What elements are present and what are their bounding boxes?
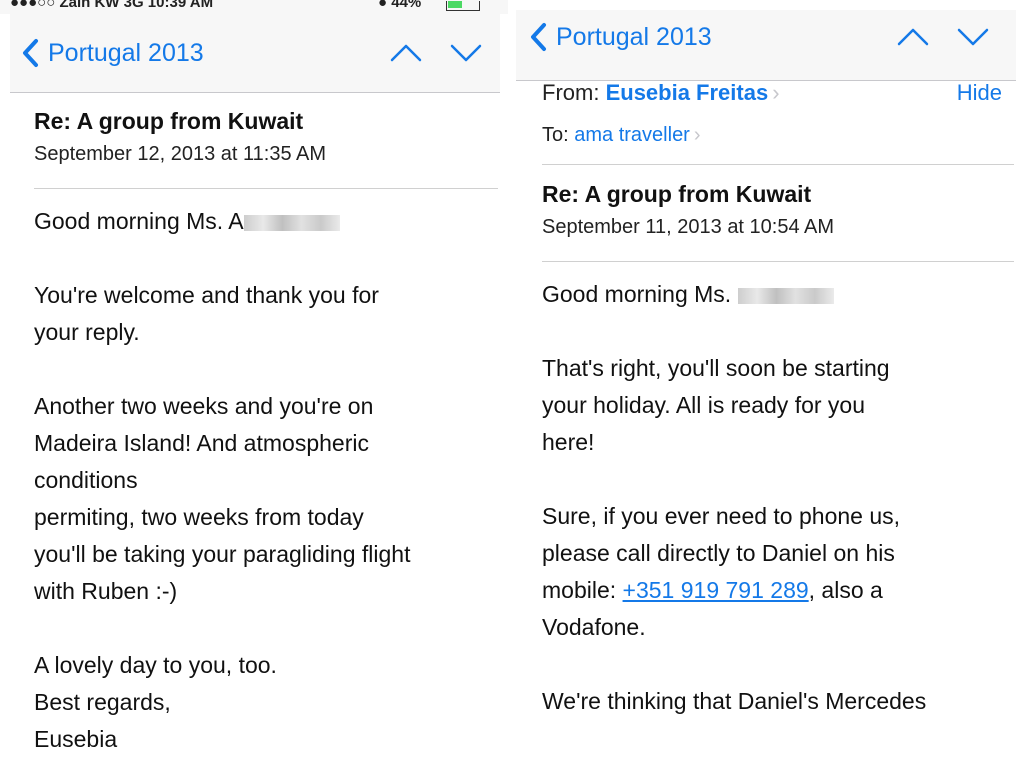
back-button[interactable]: Portugal 2013 xyxy=(20,14,204,92)
chevron-right-icon: › xyxy=(772,80,780,105)
body-line: Vodafone. xyxy=(542,614,646,640)
body-line: Madeira Island! And atmospheric xyxy=(34,430,369,456)
status-carrier-text: ●●●○○ Zain KW 3G 10:39 AM xyxy=(10,0,214,11)
left-screenshot: ●●●○○ Zain KW 3G 10:39 AM ● 44% Portugal… xyxy=(0,0,508,768)
sender-name[interactable]: Eusebia Freitas xyxy=(606,80,769,105)
body-paragraph: A lovely day to you, too. Best regards, … xyxy=(34,647,498,758)
status-battery-text: ● 44% xyxy=(378,0,422,11)
body-line: your holiday. All is ready for you xyxy=(542,392,866,418)
to-label: To: xyxy=(542,124,569,146)
hide-button[interactable]: Hide xyxy=(957,80,1002,106)
body-paragraph: We're thinking that Daniel's Mercedes xyxy=(542,683,1014,720)
body-line: please call directly to Daniel on his xyxy=(542,540,895,566)
back-button[interactable]: Portugal 2013 xyxy=(528,2,712,72)
redacted-name xyxy=(737,287,834,304)
chevron-up-icon[interactable] xyxy=(386,38,426,68)
body-line: here! xyxy=(542,429,595,455)
body-paragraph: That's right, you'll soon be starting yo… xyxy=(542,350,1014,461)
body-line: with Ruben :-) xyxy=(34,578,178,604)
chevron-left-icon xyxy=(531,23,546,51)
body-line: permiting, two weeks from today xyxy=(34,504,364,530)
message-body: Good morning Ms. A You're welcome and th… xyxy=(34,189,498,758)
chevron-down-icon[interactable] xyxy=(446,38,486,68)
from-row: From: Eusebia Freitas › Hide xyxy=(542,80,1014,120)
to-row: To: ama traveller › xyxy=(542,124,1014,164)
body-line: mobile: +351 919 791 289, also a xyxy=(542,572,1014,609)
navigation-bar: Portugal 2013 xyxy=(516,10,1016,81)
body-line: Eusebia xyxy=(34,726,118,752)
message-date: September 12, 2013 at 11:35 AM xyxy=(34,143,327,165)
greeting-text: Good morning Ms. xyxy=(542,281,732,307)
body-paragraph: Sure, if you ever need to phone us, plea… xyxy=(542,498,1014,646)
right-screenshot: Portugal 2013 From: Eusebia Freitas › Hid… xyxy=(516,0,1024,768)
message-body: Good morning Ms. That's right, you'll so… xyxy=(542,262,1014,720)
body-line: your reply. xyxy=(34,319,140,345)
body-line: That's right, you'll soon be starting xyxy=(542,355,890,381)
recipient-name[interactable]: ama traveller xyxy=(574,124,690,146)
message-header: Re: A group from Kuwait September 11, 20… xyxy=(542,165,1014,261)
message-header: Re: A group from Kuwait September 12, 20… xyxy=(34,92,498,188)
redacted-name xyxy=(243,214,340,231)
phone-link[interactable]: +351 919 791 289 xyxy=(623,577,809,603)
mobile-suffix: , also a xyxy=(808,577,883,603)
body-line: Sure, if you ever need to phone us, xyxy=(542,503,901,529)
body-line: Another two weeks and you're on xyxy=(34,393,374,419)
chevron-right-icon: › xyxy=(693,124,701,146)
back-button-label: Portugal 2013 xyxy=(556,22,712,51)
chevron-down-icon[interactable] xyxy=(953,22,993,52)
status-bar: ●●●○○ Zain KW 3G 10:39 AM ● 44% xyxy=(0,0,508,14)
back-button-label: Portugal 2013 xyxy=(48,38,204,67)
chevron-up-icon[interactable] xyxy=(893,22,933,52)
body-line: You're welcome and thank you for xyxy=(34,282,379,308)
navigation-bar: Portugal 2013 xyxy=(10,14,500,93)
message-content: From: Eusebia Freitas › Hide To: ama trav… xyxy=(542,80,1014,757)
body-paragraph: You're welcome and thank you for your re… xyxy=(34,277,498,351)
body-line: conditions xyxy=(34,467,138,493)
from-label: From: xyxy=(542,80,600,105)
battery-icon xyxy=(446,1,480,11)
message-subject: Re: A group from Kuwait xyxy=(542,181,812,207)
mobile-prefix: mobile: xyxy=(542,577,623,603)
body-line: We're thinking that Daniel's Mercedes xyxy=(542,688,927,714)
chevron-left-icon xyxy=(23,39,38,67)
body-line: you'll be taking your paragliding flight xyxy=(34,541,411,567)
greeting-text: Good morning Ms. A xyxy=(34,208,244,234)
body-line: Best regards, xyxy=(34,689,171,715)
message-content: Re: A group from Kuwait September 12, 20… xyxy=(34,92,498,768)
body-line: A lovely day to you, too. xyxy=(34,652,277,678)
message-date: September 11, 2013 at 10:54 AM xyxy=(542,216,835,238)
message-subject: Re: A group from Kuwait xyxy=(34,108,304,134)
body-paragraph: Another two weeks and you're on Madeira … xyxy=(34,388,498,610)
